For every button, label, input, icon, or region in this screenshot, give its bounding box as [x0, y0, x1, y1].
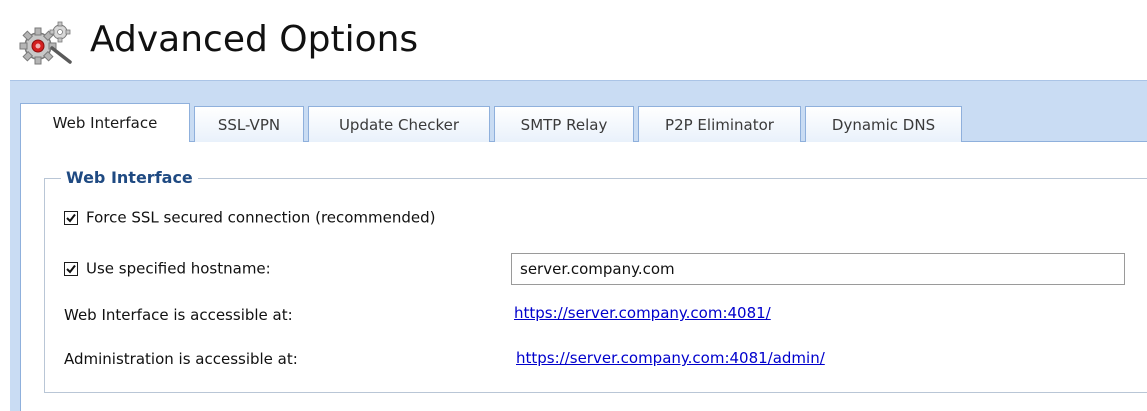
- tab-bar: Web Interface SSL-VPN Update Checker SMT…: [20, 103, 966, 144]
- tab-ssl-vpn[interactable]: SSL-VPN: [194, 106, 304, 142]
- hostname-row: Use specified hostname:: [64, 259, 271, 278]
- checkmark-icon: [66, 264, 76, 274]
- tab-smtp-relay[interactable]: SMTP Relay: [494, 106, 634, 142]
- force-ssl-checkbox[interactable]: [64, 210, 78, 225]
- page-header: Advanced Options: [0, 0, 1147, 80]
- force-ssl-row: Force SSL secured connection (recommende…: [64, 208, 436, 227]
- hostname-checkbox[interactable]: [64, 261, 78, 276]
- gears-icon: [16, 18, 74, 66]
- tab-update-checker[interactable]: Update Checker: [308, 106, 490, 142]
- admin-access-label: Administration is accessible at:: [64, 350, 298, 368]
- hostname-label: Use specified hostname:: [86, 259, 271, 278]
- page-title: Advanced Options: [90, 19, 419, 60]
- tab-web-interface[interactable]: Web Interface: [20, 103, 190, 144]
- tab-label: Update Checker: [338, 115, 460, 134]
- tab-label: SMTP Relay: [520, 115, 608, 134]
- hostname-input[interactable]: [511, 253, 1125, 285]
- tab-label: SSL-VPN: [217, 115, 281, 134]
- force-ssl-label: Force SSL secured connection (recommende…: [86, 208, 436, 227]
- tab-p2p-eliminator[interactable]: P2P Eliminator: [638, 106, 801, 142]
- advanced-options-page: Advanced Options Web Interface SSL-VPN U…: [0, 0, 1147, 411]
- web-access-label: Web Interface is accessible at:: [64, 306, 293, 324]
- tab-label: Dynamic DNS: [831, 115, 936, 134]
- tab-label: P2P Eliminator: [665, 115, 774, 134]
- tab-label: Web Interface: [52, 114, 158, 132]
- group-legend: Web Interface: [61, 167, 198, 189]
- admin-url-link[interactable]: https://server.company.com:4081/admin/: [516, 349, 825, 367]
- tab-dynamic-dns[interactable]: Dynamic DNS: [805, 106, 962, 142]
- web-interface-url-link[interactable]: https://server.company.com:4081/: [514, 304, 771, 322]
- checkmark-icon: [66, 213, 76, 223]
